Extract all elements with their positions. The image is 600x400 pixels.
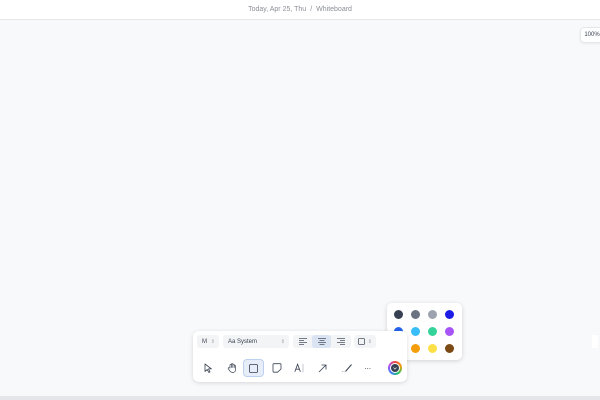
bottom-toolbar: M ⇕ Aa System ⇕ ⇕ ··· (193, 331, 407, 382)
text-align-group (293, 335, 351, 348)
color-swatch-light-gray[interactable] (428, 310, 437, 319)
align-right-button[interactable] (331, 335, 350, 348)
color-swatch-purple[interactable] (445, 327, 454, 336)
bottom-edge (0, 396, 600, 400)
color-picker-button[interactable] (388, 361, 402, 375)
hand-tool-button[interactable] (221, 359, 242, 377)
align-center-icon (317, 338, 326, 345)
chevron-updown-icon: ⇕ (210, 338, 215, 345)
color-swatch-sky-blue[interactable] (411, 327, 420, 336)
shape-tool-button[interactable] (243, 359, 264, 377)
color-swatch-orange[interactable] (411, 344, 420, 353)
cursor-icon (204, 363, 212, 373)
size-select[interactable]: M ⇕ (197, 335, 219, 348)
color-swatch-dark-gray[interactable] (394, 310, 403, 319)
color-swatch-yellow[interactable] (428, 344, 437, 353)
hand-icon (227, 363, 236, 373)
font-select[interactable]: Aa System ⇕ (223, 335, 289, 348)
select-tool-button[interactable] (198, 359, 219, 377)
top-bar: Today, Apr 25, Thu / Whiteboard (0, 0, 600, 20)
breadcrumb-title[interactable]: Whiteboard (316, 6, 352, 13)
zoom-level-button[interactable]: 100% (580, 27, 600, 43)
color-swatch-green[interactable] (428, 327, 437, 336)
connector-tool-button[interactable] (312, 359, 333, 377)
align-left-icon (298, 338, 307, 345)
shape-style-select[interactable]: ⇕ (354, 335, 376, 348)
align-right-icon (336, 338, 345, 345)
chevron-updown-icon: ⇕ (280, 338, 285, 345)
pen-icon (341, 364, 352, 372)
current-color-icon (390, 363, 400, 373)
size-select-value: M (202, 338, 207, 345)
more-tools-button[interactable]: ··· (357, 359, 378, 377)
color-swatch-brown[interactable] (445, 344, 454, 353)
toolbar-overflow-edge (592, 335, 598, 348)
font-select-value: Aa System (228, 338, 258, 345)
arrow-icon (318, 364, 327, 372)
breadcrumb-separator: / (310, 6, 313, 13)
color-swatch-blue[interactable] (445, 310, 454, 319)
square-icon (358, 338, 365, 345)
chevron-updown-icon: ⇕ (367, 338, 372, 345)
more-icon: ··· (364, 363, 371, 373)
text-tool-button[interactable] (289, 359, 310, 377)
chevron-down-icon (393, 366, 397, 370)
align-left-button[interactable] (293, 335, 312, 348)
rectangle-icon (249, 363, 258, 373)
color-swatch-gray[interactable] (411, 310, 420, 319)
text-icon (294, 363, 304, 373)
pen-tool-button[interactable] (336, 359, 357, 377)
sticky-note-tool-button[interactable] (266, 359, 287, 377)
sticky-note-icon (272, 363, 281, 373)
breadcrumb-date[interactable]: Today, Apr 25, Thu (248, 6, 306, 13)
align-center-button[interactable] (312, 335, 331, 348)
